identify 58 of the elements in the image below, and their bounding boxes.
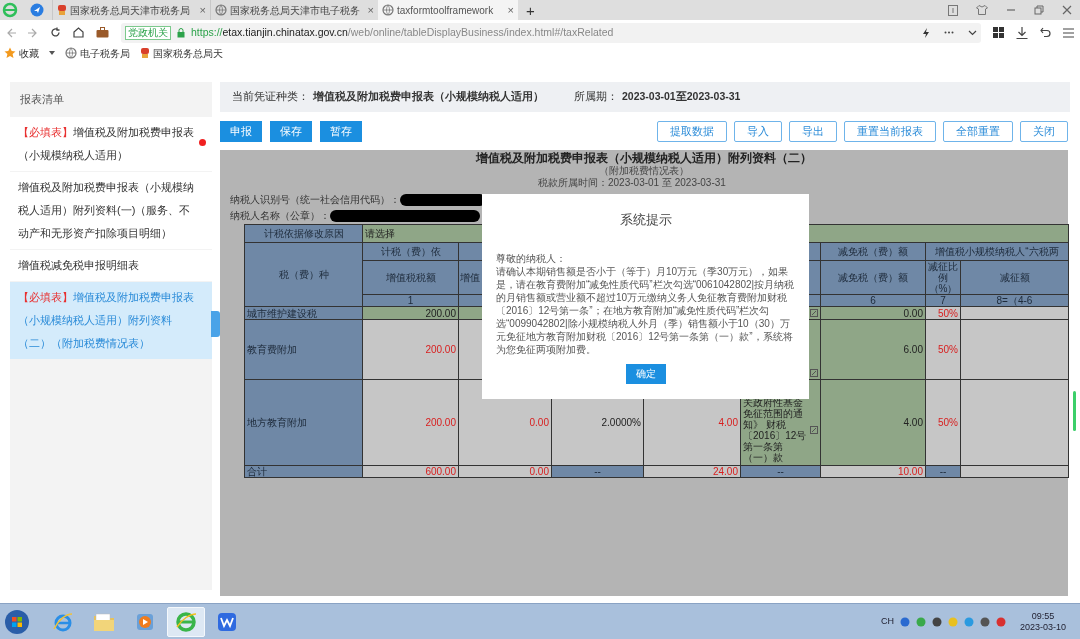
header-cell: 减征额: [960, 260, 1069, 295]
bookmark[interactable]: 电子税务局: [65, 45, 130, 61]
voucher-type: 增值税及附加税费申报表（小规模纳税人适用）: [313, 89, 544, 105]
tab-title: 国家税务总局天津市税务局: [70, 3, 191, 18]
header-cell-text: 增值: [460, 272, 480, 283]
dialog-message: 请确认本期销售额是否小于（等于）月10万元（季30万元），如果是，请在教育费附加“减免性质代码”栏次勾选“0061042802|按月纳税的月销售额或营业额不超过10万元缴纳义务人免征教育费附加财税〔2016〕12号第一条”；在地方教育附加“减免性质代码”栏次勾选“0099042802|除小规模纳税人外月（季）销售额小于10（30）万元免征地方教育附加财税〔2016〕12号第一条第（一）款”，系统将为您免征两项附加费。: [496, 264, 795, 356]
table-cell: 200.00: [362, 379, 459, 466]
header-cell: 减免税（费）额: [820, 260, 926, 295]
action-button[interactable]: 暂存: [320, 121, 362, 142]
bookmark[interactable]: 国家税务总局天: [140, 45, 223, 61]
action-button[interactable]: 保存: [270, 121, 312, 142]
clock-date[interactable]: 2023-03-10: [1019, 621, 1066, 633]
toolbar-button[interactable]: 导入: [734, 121, 782, 142]
close-icon[interactable]: ×: [199, 1, 206, 19]
taxpayer-id-label: 纳税人识别号（统一社会信用代码）：: [230, 193, 400, 207]
report-list-item[interactable]: 增值税及附加税费申报表（小规模纳税人适用）附列资料(一)（服务、不动产和无形资产扣除项目明细）: [10, 172, 212, 249]
toolbar-button[interactable]: 重置当前报表: [844, 121, 936, 142]
confirm-button[interactable]: 确定: [625, 363, 666, 384]
clock-time[interactable]: 09:55: [1031, 610, 1055, 622]
table-cell[interactable]: 6.00: [820, 319, 926, 380]
language-indicator[interactable]: CH: [880, 614, 894, 629]
period-label: 所属期：: [574, 89, 618, 105]
toolbar-button[interactable]: 导出: [789, 121, 837, 142]
site-badge: 党政机关: [125, 25, 171, 40]
period-value: 2023-03-01至2023-03-31: [622, 89, 741, 105]
dialog-title: 系统提示: [619, 211, 672, 229]
report-list-item[interactable]: 增值税减免税申报明细表: [10, 250, 212, 281]
report-list-item[interactable]: 【必填表】增值税及附加税费申报表（小规模纳税人适用）附列资料（二）（附加税费情况表）: [10, 282, 212, 359]
header-cell: 税（费）种: [244, 242, 363, 307]
tab-title: 国家税务总局天津市电子税务: [230, 3, 361, 18]
form-subtitle: （附加税费情况表）: [599, 165, 689, 177]
sidebar-title: 报表清单: [19, 91, 65, 107]
table-cell[interactable]: 4.00: [820, 379, 926, 466]
close-icon[interactable]: ×: [367, 1, 374, 19]
header-cell: 教育费附加: [244, 319, 363, 380]
form-title: 增值税及附加税费申报表（小规模纳税人适用）附列资料（二）: [476, 151, 812, 165]
report-list-item[interactable]: 【必填表】增值税及附加税费申报表（小规模纳税人适用）: [10, 117, 212, 171]
table-cell: 50%: [925, 379, 961, 466]
address-bar[interactable]: 党政机关 https://etax.tianjin.chinatax.gov.cn/web/online/tableDisplayBusiness/index.html#/taxRelated: [121, 22, 981, 43]
table-cell: 50%: [925, 319, 961, 380]
taxpayer-name-label: 纳税人名称（公章）：: [230, 209, 330, 223]
voucher-label: 当前凭证种类：: [232, 89, 309, 105]
dialog-greeting: 尊敬的纳税人：: [496, 251, 566, 265]
header-cell: 地方教育附加: [244, 379, 363, 466]
table-cell: 200.00: [362, 319, 459, 380]
new-tab-button[interactable]: +: [526, 2, 535, 18]
browser-tab[interactable]: taxformtoolframework ×: [378, 0, 518, 20]
tab-title: taxformtoolframework: [397, 3, 495, 18]
bookmark[interactable]: 收藏: [4, 45, 39, 61]
url-text: https://etax.tianjin.chinatax.gov.cn/web/online/tableDisplayBusiness/index.html#/taxRelated: [191, 24, 614, 40]
action-button[interactable]: 申报: [220, 121, 262, 142]
tax-period: 税款所属时间：2023-03-01 至 2023-03-31: [538, 177, 726, 189]
header-cell: 计税依据修改原因: [244, 224, 363, 243]
header-cell: 增值税税额: [362, 260, 459, 295]
toolbar-button[interactable]: 全部重置: [943, 121, 1013, 142]
toolbar-button[interactable]: 关闭: [1020, 121, 1068, 142]
close-icon[interactable]: ×: [507, 1, 514, 19]
toolbar-button[interactable]: 提取数据: [657, 121, 727, 142]
